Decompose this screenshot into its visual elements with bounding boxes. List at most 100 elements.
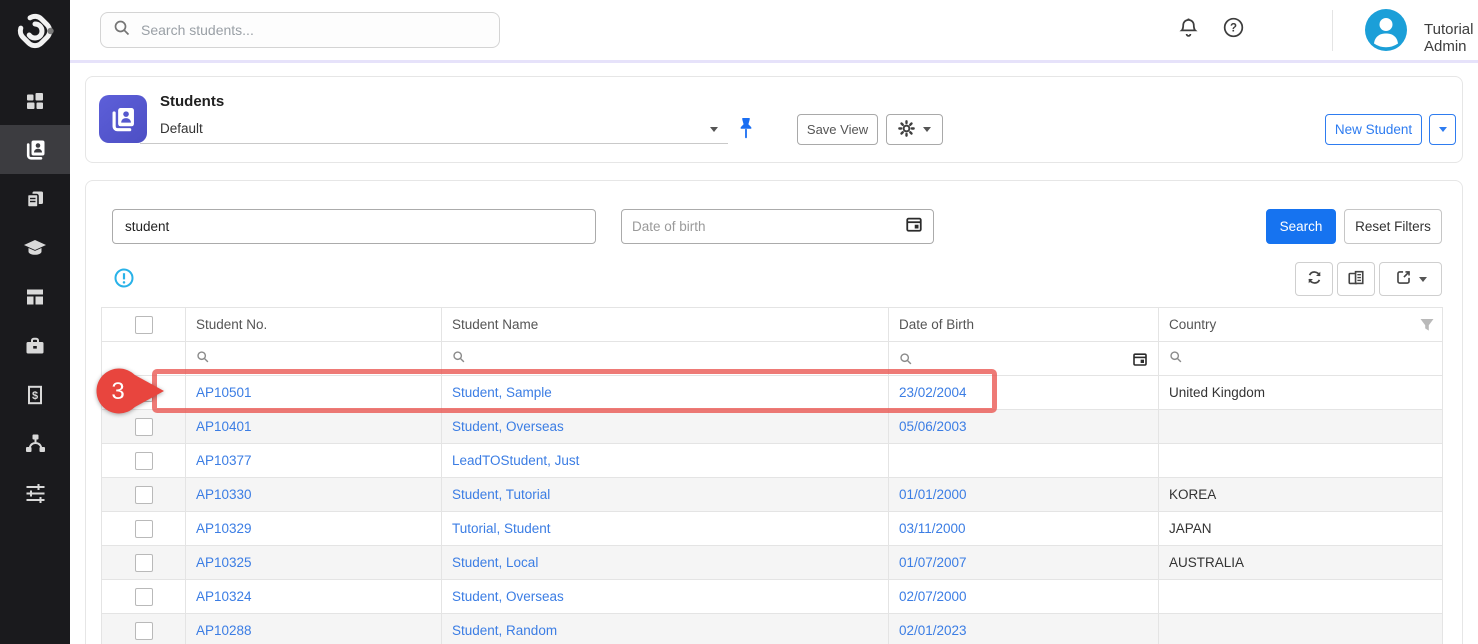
row-checkbox[interactable] bbox=[135, 520, 153, 538]
row-checkbox[interactable] bbox=[135, 452, 153, 470]
sliders-icon bbox=[24, 481, 47, 504]
network-icon bbox=[24, 432, 47, 455]
student-name-link[interactable]: Student, Local bbox=[452, 555, 538, 570]
app-window: $ bbox=[0, 0, 1478, 644]
student-dob-link[interactable]: 05/06/2003 bbox=[899, 419, 967, 434]
search-icon bbox=[1169, 350, 1183, 364]
student-country bbox=[1159, 444, 1443, 478]
question-mark-icon: ? bbox=[1222, 16, 1245, 44]
save-view-button[interactable]: Save View bbox=[797, 114, 878, 145]
student-name-link[interactable]: Student, Tutorial bbox=[452, 487, 550, 502]
col-header-student-no[interactable]: Student No. bbox=[186, 308, 442, 342]
view-selector[interactable]: Default bbox=[140, 113, 728, 144]
student-dob-link[interactable]: 01/01/2000 bbox=[899, 487, 967, 502]
student-name-link[interactable]: Student, Sample bbox=[452, 385, 552, 400]
dob-filter-field[interactable] bbox=[621, 209, 934, 244]
user-avatar[interactable] bbox=[1365, 9, 1407, 51]
info-icon[interactable] bbox=[114, 268, 134, 288]
student-country bbox=[1159, 614, 1443, 644]
table-row: AP10324 Student, Overseas 02/07/2000 bbox=[102, 580, 1443, 614]
topbar: ? Tutorial Admin bbox=[70, 0, 1478, 63]
student-no-link[interactable]: AP10501 bbox=[196, 385, 252, 400]
filter-student-name[interactable] bbox=[442, 342, 889, 376]
student-dob-link[interactable]: 01/07/2007 bbox=[899, 555, 967, 570]
export-icon bbox=[1395, 269, 1412, 289]
column-chooser-button[interactable] bbox=[1337, 262, 1375, 296]
student-name-link[interactable]: Tutorial, Student bbox=[452, 521, 551, 536]
table-row: AP10501Student, Sample23/02/2004United K… bbox=[102, 376, 1443, 410]
student-dob-link[interactable]: 02/01/2023 bbox=[899, 623, 967, 638]
student-name-link[interactable]: Student, Overseas bbox=[452, 419, 564, 434]
select-all-checkbox[interactable] bbox=[135, 316, 153, 334]
global-search-input[interactable] bbox=[141, 22, 471, 38]
student-country: JAPAN bbox=[1159, 512, 1443, 546]
view-selector-value: Default bbox=[160, 121, 203, 136]
row-checkbox[interactable] bbox=[135, 384, 153, 402]
row-checkbox[interactable] bbox=[135, 554, 153, 572]
row-checkbox[interactable] bbox=[135, 486, 153, 504]
keyword-filter-input[interactable] bbox=[112, 209, 596, 244]
new-student-dropdown-button[interactable] bbox=[1429, 114, 1456, 145]
filter-funnel-icon[interactable] bbox=[1419, 317, 1435, 333]
help-button[interactable]: ? bbox=[1220, 17, 1246, 43]
student-dob-link[interactable]: 02/07/2000 bbox=[899, 589, 967, 604]
sidebar-item-documents[interactable] bbox=[0, 174, 70, 223]
new-student-button[interactable]: New Student bbox=[1325, 114, 1422, 145]
global-search[interactable] bbox=[100, 12, 500, 48]
dashboard-icon bbox=[24, 90, 46, 112]
export-button[interactable] bbox=[1379, 262, 1442, 296]
sidebar-item-courses[interactable] bbox=[0, 223, 70, 272]
student-no-link[interactable]: AP10401 bbox=[196, 419, 252, 434]
col-header-country[interactable]: Country bbox=[1159, 308, 1443, 342]
student-no-link[interactable]: AP10325 bbox=[196, 555, 252, 570]
dob-filter-input[interactable] bbox=[632, 219, 905, 234]
chevron-down-icon bbox=[710, 127, 718, 132]
refresh-icon bbox=[1306, 269, 1323, 289]
sidebar-item-invoices[interactable]: $ bbox=[0, 370, 70, 419]
row-checkbox[interactable] bbox=[135, 588, 153, 606]
sidebar-item-network[interactable] bbox=[0, 419, 70, 468]
student-no-link[interactable]: AP10329 bbox=[196, 521, 252, 536]
row-checkbox[interactable] bbox=[135, 418, 153, 436]
filter-student-no[interactable] bbox=[186, 342, 442, 376]
student-dob-link[interactable]: 03/11/2000 bbox=[899, 521, 966, 536]
sidebar-item-dashboard[interactable] bbox=[0, 76, 70, 125]
col-header-student-name[interactable]: Student Name bbox=[442, 308, 889, 342]
student-country bbox=[1159, 580, 1443, 614]
filter-dob[interactable] bbox=[889, 342, 1159, 376]
sidebar-item-settings[interactable] bbox=[0, 468, 70, 517]
refresh-button[interactable] bbox=[1295, 262, 1333, 296]
user-name[interactable]: Tutorial Admin bbox=[1424, 21, 1478, 55]
sidebar-item-briefcase[interactable] bbox=[0, 321, 70, 370]
reset-filters-button[interactable]: Reset Filters bbox=[1344, 209, 1442, 244]
table-body: AP10501Student, Sample23/02/2004United K… bbox=[102, 376, 1443, 644]
briefcase-icon bbox=[24, 335, 46, 357]
student-dob-link[interactable]: 23/02/2004 bbox=[899, 385, 967, 400]
student-no-link[interactable]: AP10324 bbox=[196, 589, 252, 604]
pin-view-button[interactable] bbox=[736, 117, 758, 141]
student-name-link[interactable]: Student, Overseas bbox=[452, 589, 564, 604]
filter-country[interactable] bbox=[1159, 342, 1443, 376]
student-no-link[interactable]: AP10330 bbox=[196, 487, 252, 502]
layout-icon bbox=[24, 286, 46, 308]
student-name-link[interactable]: Student, Random bbox=[452, 623, 557, 638]
chevron-down-icon bbox=[1419, 277, 1427, 282]
app-logo-icon[interactable] bbox=[0, 8, 70, 54]
student-no-link[interactable]: AP10377 bbox=[196, 453, 252, 468]
row-checkbox[interactable] bbox=[135, 622, 153, 640]
notifications-button[interactable] bbox=[1175, 17, 1201, 43]
gear-icon bbox=[898, 120, 915, 140]
students-list-card: Search Reset Filters bbox=[85, 180, 1463, 644]
table-row: AP10288 Student, Random 02/01/2023 bbox=[102, 614, 1443, 644]
sidebar-item-layout[interactable] bbox=[0, 272, 70, 321]
col-header-dob[interactable]: Date of Birth bbox=[889, 308, 1159, 342]
student-name-link[interactable]: LeadTOStudent, Just bbox=[452, 453, 579, 468]
student-country bbox=[1159, 410, 1443, 444]
student-no-link[interactable]: AP10288 bbox=[196, 623, 252, 638]
calendar-icon[interactable] bbox=[905, 215, 923, 238]
calendar-icon[interactable] bbox=[1132, 351, 1148, 367]
view-options-button[interactable] bbox=[886, 114, 943, 145]
sidebar-item-students[interactable] bbox=[0, 125, 70, 174]
pushpin-icon bbox=[736, 128, 756, 145]
search-button[interactable]: Search bbox=[1266, 209, 1336, 244]
